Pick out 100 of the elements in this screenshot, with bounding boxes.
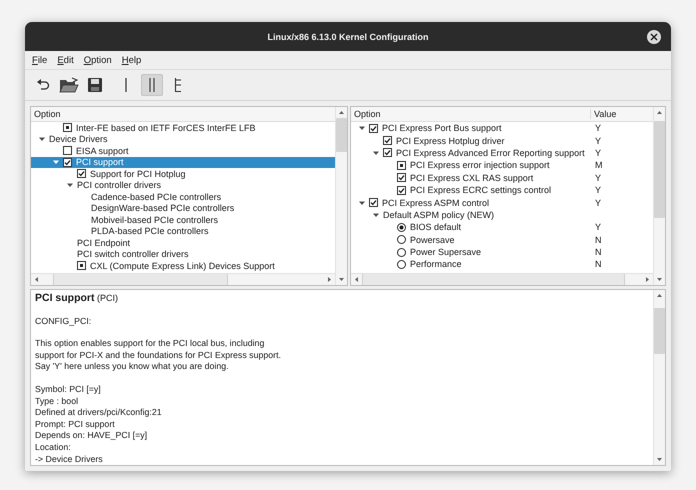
vertical-scrollbar[interactable] (653, 290, 665, 465)
option-label: Cadence-based PCIe controllers (91, 192, 222, 202)
menu-item[interactable]: Edit (57, 55, 74, 66)
collapse-arrow-icon[interactable] (39, 136, 45, 142)
option-label: Default ASPM policy (NEW) (383, 210, 496, 220)
collapse-arrow-icon[interactable] (373, 212, 379, 218)
tree-row[interactable]: PCI Express error injection support M (351, 159, 653, 172)
column-header[interactable]: Value (591, 109, 653, 119)
option-value: Y (595, 198, 602, 208)
tree-row[interactable]: Power Supersave N (351, 246, 653, 258)
help-text-line: Type : bool (35, 396, 80, 408)
double-bar-icon[interactable] (148, 77, 156, 93)
scrollbar-thumb[interactable] (654, 121, 665, 218)
horizontal-scrollbar[interactable] (351, 273, 653, 285)
checkbox[interactable] (369, 124, 378, 133)
option-label: DesignWare-based PCIe controllers (91, 203, 236, 214)
scrollbar-thumb[interactable] (654, 308, 665, 354)
option-value: M (595, 160, 602, 170)
checkbox[interactable] (77, 169, 86, 178)
checkbox[interactable] (63, 158, 72, 167)
collapse-arrow-icon[interactable] (359, 125, 365, 132)
scrollbar-thumb[interactable] (336, 118, 347, 152)
help-text-line: support for PCI-X and the foundations for PCI Express support. (35, 350, 282, 362)
checkbox[interactable] (397, 160, 406, 170)
collapse-arrow-icon[interactable] (67, 182, 73, 188)
tree-row[interactable]: EISA support (31, 145, 335, 156)
undo-icon[interactable] (35, 78, 51, 92)
option-label: PCI Endpoint (77, 238, 132, 248)
menu-item[interactable]: File (32, 55, 48, 66)
checkbox[interactable] (397, 186, 406, 195)
option-value: Y (595, 123, 602, 134)
menu-item[interactable]: Help (122, 55, 142, 66)
tree-row[interactable]: Powersave N (351, 234, 653, 246)
option-label: Mobiveil-based PCIe controllers (91, 214, 220, 225)
option-label: Performance (410, 259, 463, 270)
option-label: Powersave (410, 234, 456, 245)
option-label: PCI Express Advanced Error Reporting support (396, 148, 586, 158)
radio-button[interactable] (397, 260, 406, 269)
tree-row[interactable]: Default ASPM policy (NEW) (351, 208, 653, 222)
tree-row[interactable]: Support for PCI Hotplug (31, 168, 335, 180)
tree-row[interactable]: PCI support (31, 156, 335, 168)
tree-row[interactable]: Inter-FE based on IETF ForCES InterFE LFB (31, 122, 335, 134)
collapse-arrow-icon[interactable] (373, 150, 379, 156)
vertical-scrollbar[interactable] (653, 107, 665, 285)
tree-view-icon[interactable] (174, 77, 182, 93)
option-label: Power Supersave (410, 247, 482, 258)
option-label: Inter-FE based on IETF ForCES InterFE LFB (76, 122, 257, 133)
tree-row[interactable]: PCI Express Port Bus support Y (351, 122, 653, 134)
tree-row[interactable]: Mobiveil-based PCIe controllers (31, 214, 335, 226)
checkbox[interactable] (383, 148, 392, 158)
horizontal-scrollbar[interactable] (31, 273, 335, 285)
option-value: N (595, 247, 602, 258)
option-value: N (595, 234, 602, 245)
tree-row[interactable]: Performance N (351, 258, 653, 271)
checkbox[interactable] (383, 136, 392, 146)
single-bar-icon[interactable] (124, 77, 128, 93)
tree-row[interactable]: PCI controller drivers (31, 180, 335, 191)
help-text-line: Depends on: HAVE_PCI [=y] (35, 430, 148, 442)
split-view-button[interactable] (141, 74, 163, 96)
help-text-line: -> Device Drivers (35, 454, 104, 466)
column-header[interactable]: Option (31, 109, 64, 119)
option-value: Y (595, 136, 602, 146)
checkbox[interactable] (397, 173, 406, 182)
tree-row[interactable]: PCI Express Hotplug driver Y (351, 134, 653, 147)
tree-row[interactable]: PCI Express CXL RAS support Y (351, 172, 653, 184)
tree-row[interactable]: PCI Express ECRC settings control Y (351, 184, 653, 196)
option-label: PCI Express CXL RAS support (410, 172, 534, 183)
collapse-arrow-icon[interactable] (53, 159, 59, 166)
tree-row[interactable]: PCI Express Advanced Error Reporting support Y (351, 146, 653, 160)
tree-row[interactable]: BIOS default Y (351, 221, 653, 234)
tree-row[interactable]: PCI Endpoint (31, 237, 335, 248)
checkbox[interactable] (63, 123, 72, 132)
collapse-arrow-icon[interactable] (359, 200, 365, 206)
column-header[interactable]: Option (351, 109, 591, 119)
radio-button[interactable] (397, 222, 406, 232)
tree-row[interactable]: PCI switch controller drivers (31, 248, 335, 260)
tree-row[interactable]: Device Drivers (31, 134, 335, 145)
help-text-line: Symbol: PCI [=y] (35, 384, 102, 396)
help-text-line: Say 'Y' here unless you know what you are doing. (35, 361, 230, 373)
tree-row[interactable]: PCI Express ASPM control Y (351, 196, 653, 209)
checkbox[interactable] (63, 146, 72, 156)
vertical-scrollbar[interactable] (335, 107, 347, 285)
radio-button[interactable] (397, 248, 406, 257)
tree-row[interactable]: DesignWare-based PCIe controllers (31, 202, 335, 214)
checkbox[interactable] (369, 198, 378, 208)
option-label: Support for PCI Hotplug (90, 168, 187, 179)
option-value: N (595, 259, 602, 270)
radio-button[interactable] (397, 235, 406, 244)
tree-row[interactable]: PLDA-based PCIe controllers (31, 226, 335, 237)
close-icon[interactable] (650, 33, 658, 41)
option-label: PCI Express ASPM control (382, 198, 490, 208)
tree-row[interactable]: Cadence-based PCIe controllers (31, 191, 335, 202)
close-button[interactable] (647, 30, 661, 44)
scrollbar-thumb[interactable] (362, 274, 626, 285)
tree-row[interactable]: CXL (Compute Express Link) Devices Support (31, 260, 335, 272)
option-label: PCI support (76, 157, 125, 168)
menu-item[interactable]: Option (84, 55, 112, 66)
checkbox[interactable] (77, 261, 86, 270)
scrollbar-thumb[interactable] (53, 274, 228, 285)
help-text-line: CONFIG_PCI: (35, 316, 92, 328)
